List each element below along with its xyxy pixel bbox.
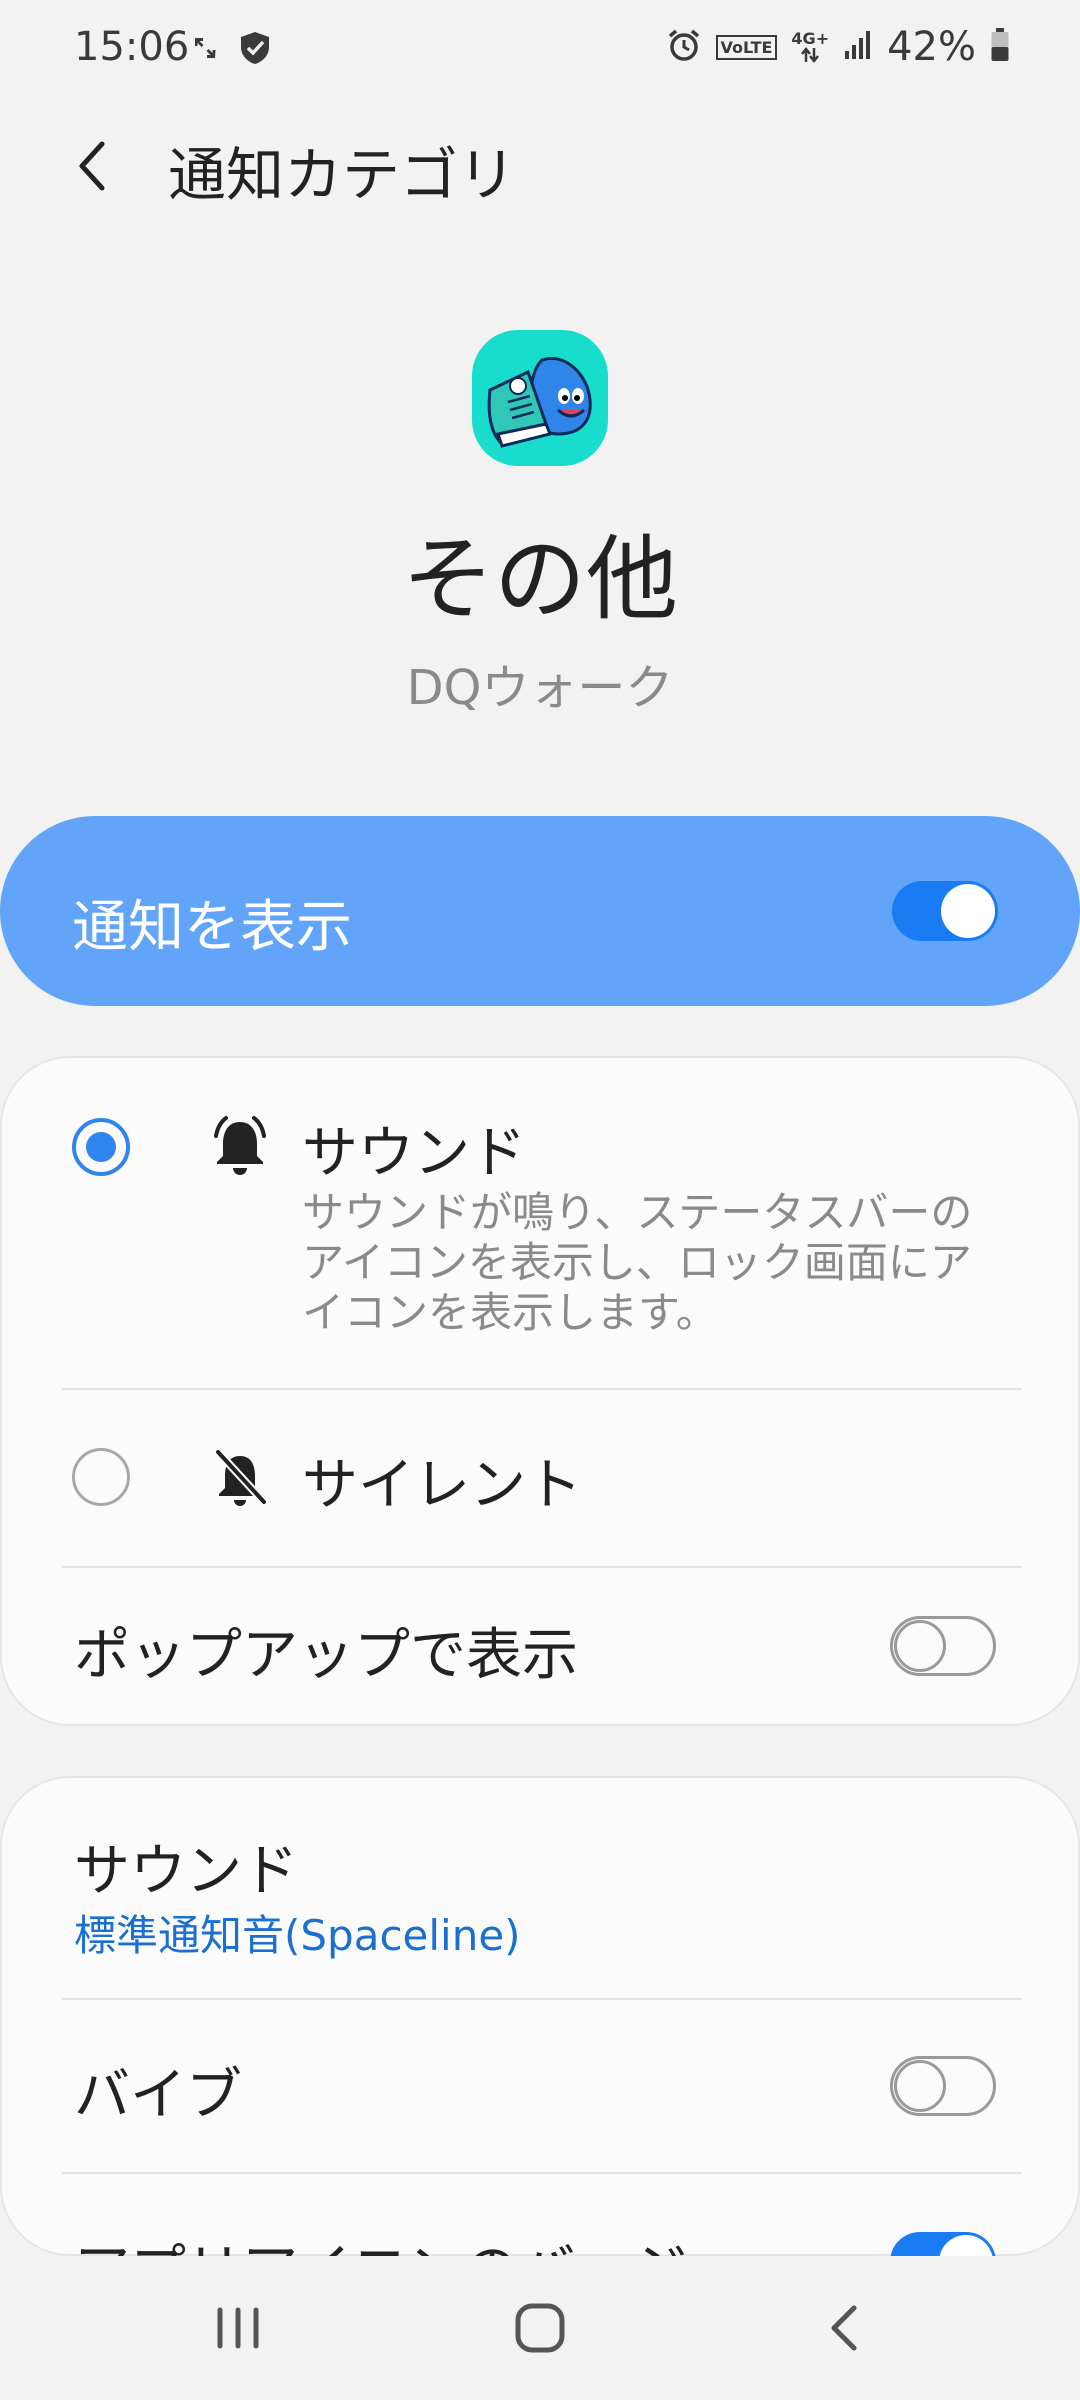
- show-notifications-label: 通知を表示: [72, 895, 352, 960]
- volte-icon: VoLTE: [715, 34, 778, 60]
- show-notifications-toggle[interactable]: [892, 881, 998, 941]
- category-title: その他: [401, 526, 678, 633]
- status-bar: 15:06 VoLTE 4G+ 42%: [0, 0, 1080, 96]
- popup-label: ポップアップで表示: [74, 1623, 578, 1688]
- show-notifications-row[interactable]: 通知を表示: [0, 816, 1080, 1006]
- battery-icon: [990, 27, 1010, 67]
- alert-style-card: サウンド サウンドが鳴り、ステータスバーのアイコンを表示し、ロック画面にアイコン…: [0, 1056, 1080, 1726]
- silent-option-row[interactable]: サイレント: [2, 1390, 1078, 1566]
- popup-toggle[interactable]: [890, 1616, 996, 1676]
- back-arrow-icon[interactable]: [64, 134, 124, 198]
- vibrate-toggle[interactable]: [890, 2056, 996, 2116]
- sound-settings-card: サウンド 標準通知音(Spaceline) バイブ アプリアイコンのバッジ: [0, 1776, 1080, 2304]
- navigation-bar: [0, 2256, 1080, 2400]
- bell-off-icon: [210, 1446, 270, 1510]
- sound-radio[interactable]: [72, 1118, 130, 1176]
- sound-setting-label: サウンド: [74, 1839, 298, 1904]
- battery-percent: 42%: [887, 24, 976, 70]
- home-icon[interactable]: [500, 2296, 580, 2360]
- shield-icon: [238, 30, 272, 70]
- status-time: 15:06: [74, 24, 190, 70]
- sound-option-row[interactable]: サウンド サウンドが鳴り、ステータスバーのアイコンを表示し、ロック画面にアイコン…: [2, 1058, 1078, 1388]
- app-bar: 通知カテゴリ: [0, 110, 1080, 220]
- signal-icon: [843, 29, 873, 65]
- vibrate-row[interactable]: バイブ: [2, 2000, 1078, 2172]
- silent-radio[interactable]: [72, 1448, 130, 1506]
- bell-ringing-icon: [210, 1114, 270, 1178]
- 4g-icon: 4G+: [791, 31, 829, 63]
- sound-option-title: サウンド: [302, 1121, 526, 1186]
- alarm-icon: [666, 27, 702, 67]
- expand-icon: [192, 35, 218, 65]
- popup-row[interactable]: ポップアップで表示: [2, 1568, 1078, 1724]
- recent-apps-icon[interactable]: [198, 2296, 278, 2360]
- dq-walk-app-icon: [472, 330, 608, 466]
- silent-option-title: サイレント: [302, 1453, 582, 1518]
- page-title: 通知カテゴリ: [168, 141, 517, 209]
- back-icon[interactable]: [806, 2296, 886, 2360]
- app-name: DQウォーク: [406, 660, 674, 716]
- sound-option-description: サウンドが鳴り、ステータスバーのアイコンを表示し、ロック画面にアイコンを表示しま…: [302, 1188, 973, 1337]
- sound-setting-row[interactable]: サウンド 標準通知音(Spaceline): [2, 1778, 1078, 1998]
- vibrate-label: バイブ: [74, 2063, 242, 2128]
- sound-setting-value: 標準通知音(Spaceline): [74, 1911, 521, 1960]
